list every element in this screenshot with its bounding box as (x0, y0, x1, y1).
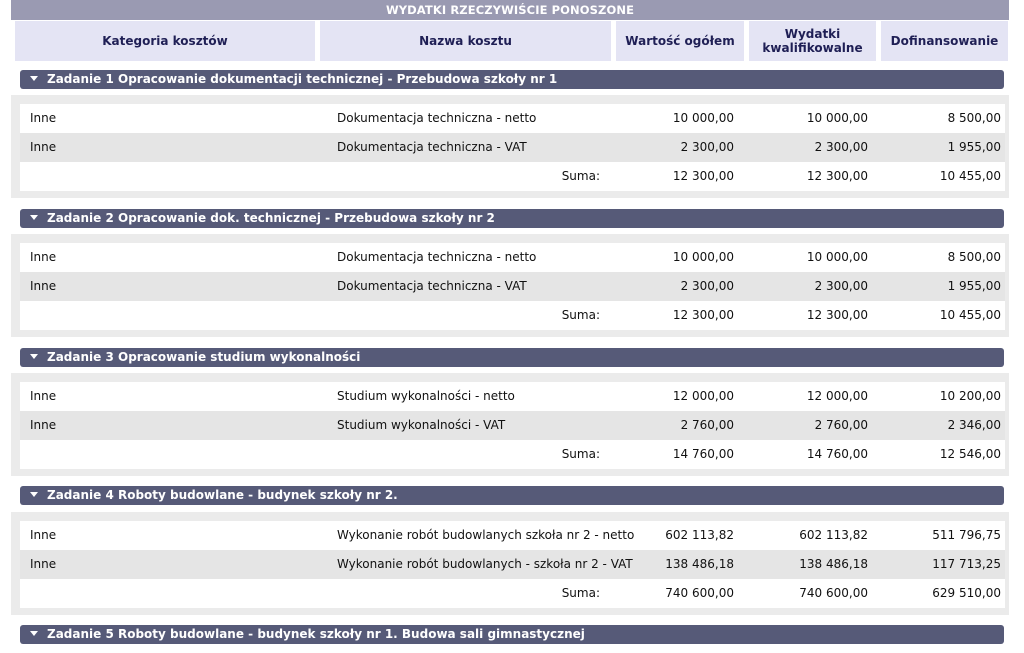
funding-cell: 1 955,00 (947, 279, 1001, 293)
table-row: Inne Dokumentacja techniczna - VAT 2 300… (20, 133, 1005, 162)
qualified-cell: 2 760,00 (814, 418, 868, 432)
qualified-cell: 10 000,00 (806, 111, 868, 125)
caret-down-icon (30, 215, 38, 220)
task-header-5[interactable]: Zadanie 5 Roboty budowlane - budynek szk… (20, 625, 1004, 644)
qualified-cell: 602 113,82 (799, 528, 868, 542)
category-cell: Inne (30, 528, 57, 542)
qualified-cell: 12 000,00 (806, 389, 868, 403)
column-header-qualified: Wydatki kwalifikowalne (749, 21, 876, 61)
sum-total-cell: 14 760,00 (672, 447, 734, 461)
task-title: Zadanie 1 Opracowanie dokumentacji techn… (47, 72, 558, 86)
category-cell: Inne (30, 418, 57, 432)
name-cell: Wykonanie robót budowlanych szkoła nr 2 … (337, 528, 635, 542)
task-header-1[interactable]: Zadanie 1 Opracowanie dokumentacji techn… (20, 70, 1004, 89)
task-panel-3: Inne Studium wykonalności - netto 12 000… (11, 373, 1009, 476)
category-cell: Inne (30, 279, 57, 293)
table-row: Inne Wykonanie robót budowlanych - szkoł… (20, 550, 1005, 579)
caret-down-icon (30, 354, 38, 359)
task-title: Zadanie 5 Roboty budowlane - budynek szk… (47, 627, 585, 641)
sum-label: Suma: (561, 169, 600, 183)
task-header-2[interactable]: Zadanie 2 Opracowanie dok. technicznej -… (20, 209, 1004, 228)
task-title: Zadanie 2 Opracowanie dok. technicznej -… (47, 211, 495, 225)
table-row: Inne Studium wykonalności - netto 12 000… (20, 382, 1005, 411)
sum-total-cell: 740 600,00 (665, 586, 734, 600)
qualified-cell: 138 486,18 (799, 557, 868, 571)
total-cell: 10 000,00 (672, 250, 734, 264)
task-header-3[interactable]: Zadanie 3 Opracowanie studium wykonalnoś… (20, 348, 1004, 367)
category-cell: Inne (30, 111, 57, 125)
sum-funding-cell: 629 510,00 (932, 586, 1001, 600)
task-header-4[interactable]: Zadanie 4 Roboty budowlane - budynek szk… (20, 486, 1004, 505)
column-header-name: Nazwa kosztu (320, 21, 611, 61)
task-panel-1: Inne Dokumentacja techniczna - netto 10 … (11, 95, 1009, 198)
caret-down-icon (30, 631, 38, 636)
caret-down-icon (30, 76, 38, 81)
task-title: Zadanie 3 Opracowanie studium wykonalnoś… (47, 350, 361, 364)
sum-label: Suma: (561, 586, 600, 600)
sum-qualified-cell: 14 760,00 (806, 447, 868, 461)
category-cell: Inne (30, 389, 57, 403)
total-cell: 2 300,00 (680, 140, 734, 154)
name-cell: Studium wykonalności - netto (337, 389, 515, 403)
sum-row: Suma: 14 760,00 14 760,00 12 546,00 (20, 440, 1005, 469)
funding-cell: 117 713,25 (932, 557, 1001, 571)
name-cell: Wykonanie robót budowlanych - szkoła nr … (337, 557, 633, 571)
name-cell: Dokumentacja techniczna - netto (337, 111, 537, 125)
funding-cell: 8 500,00 (947, 250, 1001, 264)
sum-total-cell: 12 300,00 (672, 169, 734, 183)
sum-funding-cell: 10 455,00 (939, 308, 1001, 322)
sum-row: Suma: 12 300,00 12 300,00 10 455,00 (20, 162, 1005, 191)
sum-label: Suma: (561, 447, 600, 461)
total-cell: 2 300,00 (680, 279, 734, 293)
qualified-cell: 10 000,00 (806, 250, 868, 264)
sum-qualified-cell: 740 600,00 (799, 586, 868, 600)
qualified-cell: 2 300,00 (814, 140, 868, 154)
funding-cell: 2 346,00 (947, 418, 1001, 432)
column-header-funding: Dofinansowanie (881, 21, 1008, 61)
category-cell: Inne (30, 140, 57, 154)
category-cell: Inne (30, 250, 57, 264)
column-header-category: Kategoria kosztów (15, 21, 315, 61)
task-title: Zadanie 4 Roboty budowlane - budynek szk… (47, 488, 398, 502)
task-panel-2: Inne Dokumentacja techniczna - netto 10 … (11, 234, 1009, 337)
total-cell: 10 000,00 (672, 111, 734, 125)
name-cell: Dokumentacja techniczna - netto (337, 250, 537, 264)
funding-cell: 1 955,00 (947, 140, 1001, 154)
sum-row: Suma: 12 300,00 12 300,00 10 455,00 (20, 301, 1005, 330)
task-panel-4: Inne Wykonanie robót budowlanych szkoła … (11, 512, 1009, 615)
name-cell: Dokumentacja techniczna - VAT (337, 279, 527, 293)
funding-cell: 511 796,75 (932, 528, 1001, 542)
sum-row: Suma: 740 600,00 740 600,00 629 510,00 (20, 579, 1005, 608)
sum-funding-cell: 12 546,00 (939, 447, 1001, 461)
table-row: Inne Wykonanie robót budowlanych szkoła … (20, 521, 1005, 550)
funding-cell: 10 200,00 (939, 389, 1001, 403)
name-cell: Dokumentacja techniczna - VAT (337, 140, 527, 154)
total-cell: 2 760,00 (680, 418, 734, 432)
funding-cell: 8 500,00 (947, 111, 1001, 125)
column-header-total: Wartość ogółem (616, 21, 744, 61)
table-row: Inne Dokumentacja techniczna - VAT 2 300… (20, 272, 1005, 301)
sum-total-cell: 12 300,00 (672, 308, 734, 322)
category-cell: Inne (30, 557, 57, 571)
table-row: Inne Dokumentacja techniczna - netto 10 … (20, 243, 1005, 272)
sum-qualified-cell: 12 300,00 (806, 169, 868, 183)
table-row: Inne Studium wykonalności - VAT 2 760,00… (20, 411, 1005, 440)
total-cell: 138 486,18 (665, 557, 734, 571)
sum-label: Suma: (561, 308, 600, 322)
sum-funding-cell: 10 455,00 (939, 169, 1001, 183)
sum-qualified-cell: 12 300,00 (806, 308, 868, 322)
caret-down-icon (30, 492, 38, 497)
name-cell: Studium wykonalności - VAT (337, 418, 506, 432)
page-title: WYDATKI RZECZYWIŚCIE PONOSZONE (11, 0, 1009, 20)
qualified-cell: 2 300,00 (814, 279, 868, 293)
total-cell: 602 113,82 (665, 528, 734, 542)
total-cell: 12 000,00 (672, 389, 734, 403)
table-row: Inne Dokumentacja techniczna - netto 10 … (20, 104, 1005, 133)
